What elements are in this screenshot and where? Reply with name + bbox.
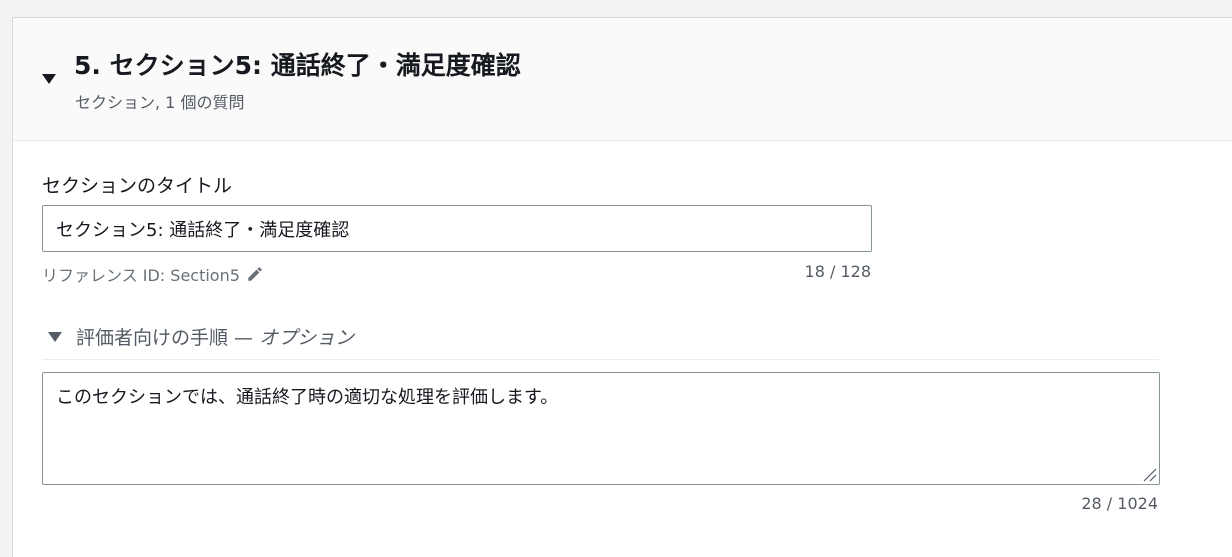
instructions-char-counter: 28 / 1024 xyxy=(1081,494,1158,513)
section-title: 5. セクション5: 通話終了・満足度確認 xyxy=(74,51,521,80)
reference-id-text: リファレンス ID: Section5 xyxy=(42,266,240,285)
caret-down-icon[interactable] xyxy=(48,331,62,342)
instructions-label-text: 評価者向けの手順 — xyxy=(76,327,260,349)
divider xyxy=(42,359,1159,360)
section-panel: 5. セクション5: 通話終了・満足度確認 セクション, 1 個の質問 セクショ… xyxy=(12,17,1232,557)
section-subtitle: セクション, 1 個の質問 xyxy=(75,93,245,112)
instructions-label: 評価者向けの手順 — オプション xyxy=(76,323,354,350)
pencil-icon[interactable] xyxy=(246,265,264,283)
instructions-expander[interactable]: 評価者向けの手順 — オプション xyxy=(48,323,354,350)
section-header[interactable]: 5. セクション5: 通話終了・満足度確認 セクション, 1 個の質問 xyxy=(13,18,1232,141)
section-title-label: セクションのタイトル xyxy=(42,175,233,197)
title-char-counter: 18 / 128 xyxy=(804,262,871,281)
instructions-optional: オプション xyxy=(259,327,355,349)
section-title-input[interactable] xyxy=(42,205,872,252)
resize-grip-icon[interactable] xyxy=(1141,466,1157,482)
caret-down-icon[interactable] xyxy=(42,74,56,84)
reference-id: リファレンス ID: Section5 xyxy=(42,262,264,286)
instructions-textarea[interactable]: このセクションでは、通話終了時の適切な処理を評価します。 xyxy=(42,372,1160,485)
